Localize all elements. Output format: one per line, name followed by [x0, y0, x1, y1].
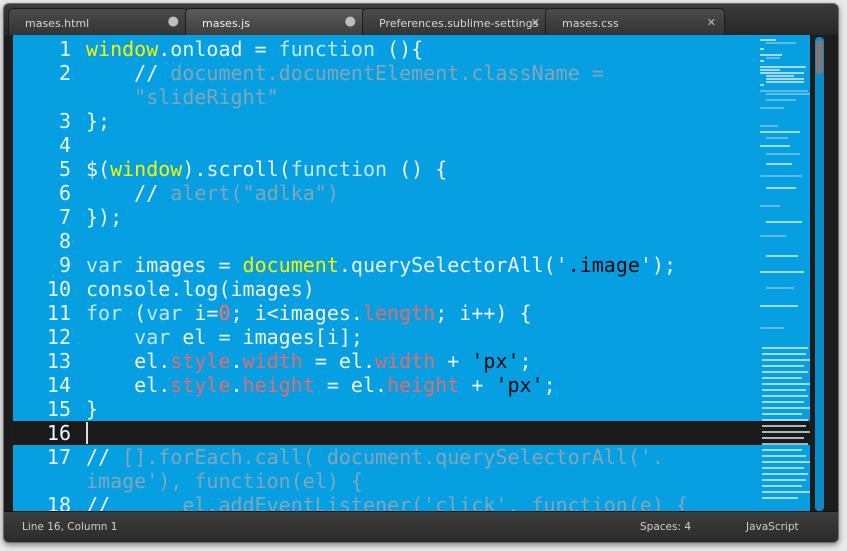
syntax-selector[interactable]: JavaScript [746, 521, 799, 533]
code-line: console.log(images) [86, 277, 315, 301]
line-number: 11 [46, 301, 71, 325]
code-line: // el.addEventListener('click', function… [86, 493, 689, 511]
line-number: 1 [58, 37, 71, 61]
tab-preferences[interactable]: Preferences.sublime-settings ✕ [362, 8, 549, 35]
code-editor[interactable]: 1 2 3 4 5 6 7 8 9 10 11 12 13 14 15 16 1… [13, 35, 810, 511]
code-line: // [].forEach.call( document.querySelect… [86, 445, 664, 469]
line-number: 12 [46, 325, 71, 349]
code-line: }; [86, 109, 111, 133]
code-line: } [86, 397, 99, 421]
tab-mases-css[interactable]: mases.css ✕ [545, 8, 725, 35]
editor-window: mases.html ● mases.js ● Preferences.subl… [3, 3, 839, 543]
code-line: }); [86, 205, 123, 229]
tab-mases-html[interactable]: mases.html ● [8, 8, 188, 35]
tab-label: Preferences.sublime-settings [379, 17, 539, 30]
code-line: for (var i=0; i<images.length; i++) { [86, 301, 532, 325]
close-icon[interactable]: ✕ [707, 16, 716, 29]
code-line: image'), function(el) { [86, 469, 363, 493]
code-line: window.onload = function (){ [86, 37, 424, 61]
line-number: 8 [58, 229, 71, 253]
line-number: 4 [58, 133, 71, 157]
code-line: $(window).scroll(function () { [86, 157, 448, 181]
line-number: 18 [46, 493, 71, 511]
line-number: 15 [46, 397, 71, 421]
code-line: var images = document.querySelectorAll('… [86, 253, 677, 277]
tab-label: mases.js [202, 17, 250, 30]
code-line: el.style.height = el.height + 'px'; [86, 373, 556, 397]
tab-mases-js[interactable]: mases.js ● [185, 8, 365, 35]
scrollbar-thumb[interactable] [816, 40, 823, 74]
line-number: 16 [46, 421, 71, 445]
line-number: 17 [46, 445, 71, 469]
line-number: 2 [58, 61, 71, 85]
dirty-dot-icon[interactable]: ● [345, 14, 356, 29]
tab-label: mases.html [25, 17, 90, 30]
line-number: 10 [46, 277, 71, 301]
minimap[interactable] [758, 35, 810, 511]
line-number: 5 [58, 157, 71, 181]
dirty-dot-icon[interactable]: ● [168, 14, 179, 29]
cursor-position: Line 16, Column 1 [22, 521, 118, 533]
code-line: // document.documentElement.className = [86, 61, 604, 85]
line-number: 3 [58, 109, 71, 133]
code-line: var el = images[i]; [134, 325, 363, 349]
code-line: "slideRight" [86, 85, 279, 109]
code-line: el.style.width = el.width + 'px'; [86, 349, 532, 373]
line-number: 6 [58, 181, 71, 205]
line-number: 9 [58, 253, 71, 277]
current-line-highlight [13, 421, 810, 445]
code-line: // alert("adlka") [86, 181, 339, 205]
line-number: 7 [58, 205, 71, 229]
close-icon[interactable]: ✕ [531, 16, 540, 29]
indentation-setting[interactable]: Spaces: 4 [640, 521, 691, 533]
tab-bar: mases.html ● mases.js ● Preferences.subl… [4, 4, 838, 35]
status-bar: Line 16, Column 1 Spaces: 4 JavaScript [4, 511, 838, 542]
tab-label: mases.css [562, 17, 619, 30]
line-number: 14 [46, 373, 71, 397]
line-number: 13 [46, 349, 71, 373]
vertical-scrollbar[interactable] [815, 37, 824, 511]
text-cursor [86, 422, 88, 444]
